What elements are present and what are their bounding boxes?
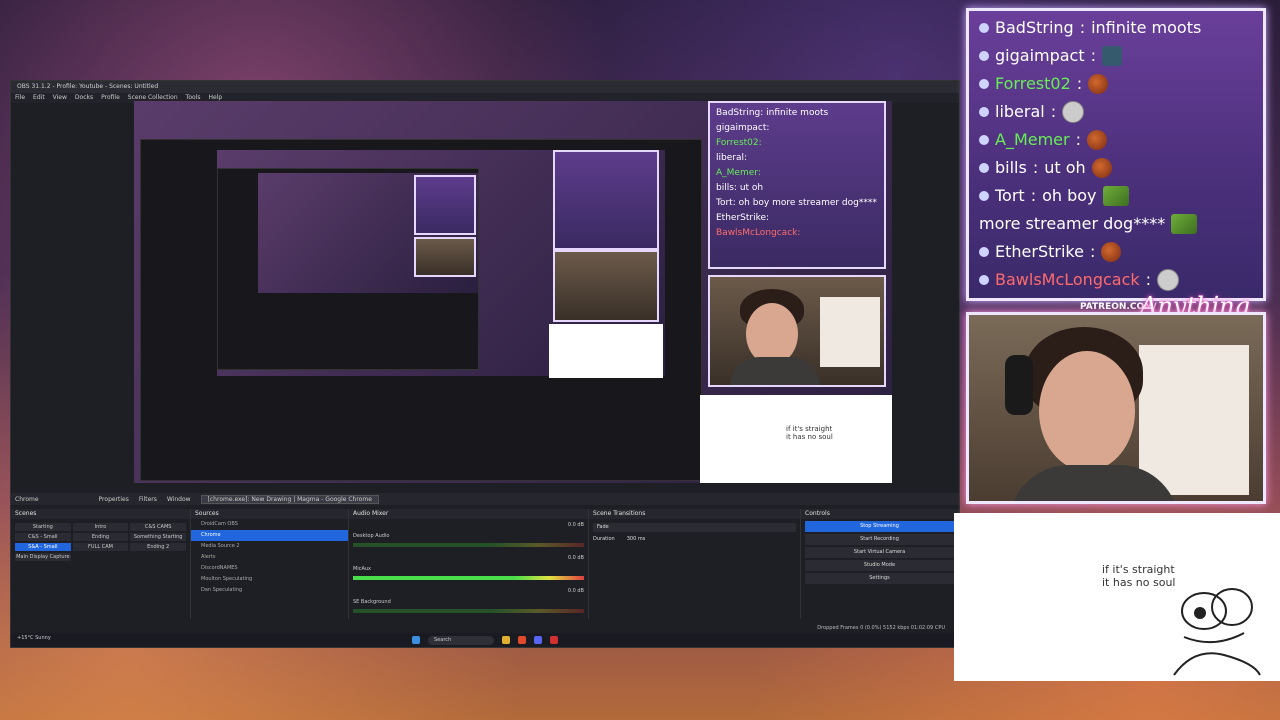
- scene-item[interactable]: Ending 2: [130, 543, 186, 551]
- volume-meter: [353, 609, 584, 613]
- controls-title: Controls: [801, 509, 958, 519]
- scenes-panel: Scenes Starting Intro C&S CAMS C&S - Sma…: [11, 509, 191, 619]
- scene-item[interactable]: C&S CAMS: [130, 523, 186, 531]
- source-item[interactable]: DiscordNAMES: [191, 563, 348, 574]
- nested-chat: [553, 150, 659, 250]
- studio-mode-button[interactable]: Studio Mode: [805, 560, 954, 571]
- scene-item[interactable]: Intro: [72, 523, 129, 531]
- source-item[interactable]: Alerts: [191, 552, 348, 563]
- chat-message: EtherStrike:: [979, 241, 1263, 263]
- start-icon[interactable]: [412, 636, 420, 644]
- start-virtual-camera-button[interactable]: Start Virtual Camera: [805, 547, 954, 558]
- obs-icon[interactable]: [550, 636, 558, 644]
- audio-mixer-panel: Audio Mixer Desktop Audio 0.0 dB MicAux …: [349, 509, 589, 619]
- menu-file[interactable]: File: [15, 93, 25, 103]
- source-item[interactable]: DroidCam OBS: [191, 519, 348, 530]
- folder-icon[interactable]: [502, 636, 510, 644]
- whiteboard-panel: if it's straight it has no soul: [954, 513, 1280, 681]
- preview-chat: BadString: infinite moots gigaimpact: Fo…: [708, 101, 886, 269]
- properties-button[interactable]: Properties: [99, 496, 129, 503]
- chat-message: liberal:: [979, 101, 1263, 123]
- headphones-icon: [1005, 355, 1033, 415]
- chat-message: Tort: oh boy more streamer dog****: [979, 185, 1263, 235]
- sources-title: Sources: [191, 509, 348, 519]
- window-title: OBS 31.1.2 - Profile: Youtube - Scenes: …: [11, 81, 959, 93]
- transition-select[interactable]: Fade: [593, 523, 796, 532]
- pepe-emote-icon: [1171, 214, 1198, 234]
- preview-canvas[interactable]: BadString: infinite moots gigaimpact: Fo…: [134, 101, 892, 483]
- webcam-feed: [966, 312, 1266, 504]
- filters-button[interactable]: Filters: [139, 496, 157, 503]
- trollface-emote-icon: [1157, 269, 1180, 291]
- cookie-emote-icon: [1087, 130, 1107, 150]
- settings-button[interactable]: Settings: [805, 573, 954, 584]
- mixer-channel: SE Background 0.0 dB: [353, 588, 584, 613]
- browser-icon[interactable]: [518, 636, 526, 644]
- source-item[interactable]: Media Source 2: [191, 541, 348, 552]
- stop-streaming-button[interactable]: Stop Streaming: [805, 521, 954, 532]
- cookie-emote-icon: [1101, 242, 1122, 262]
- chat-message: Forrest02:: [979, 73, 1263, 95]
- chat-message: bills: ut oh: [979, 157, 1263, 179]
- menu-edit[interactable]: Edit: [33, 93, 45, 103]
- transitions-panel: Scene Transitions Fade Duration 300 ms: [589, 509, 801, 619]
- pepe-emote-icon: [1102, 186, 1129, 206]
- scene-item[interactable]: Main Display Capture: [15, 553, 71, 561]
- nested-cam: [553, 250, 659, 322]
- chat-message: gigaimpact:: [979, 45, 1263, 67]
- weather-widget[interactable]: +15°C Sunny: [17, 635, 51, 641]
- scene-item[interactable]: C&S - Small: [15, 533, 71, 541]
- scene-item-active[interactable]: S&A - Small: [15, 543, 71, 551]
- window-label: Window: [166, 495, 191, 503]
- chat-message: A_Memer:: [979, 129, 1263, 151]
- face-tag-emote-icon: [1102, 46, 1123, 66]
- mixer-title: Audio Mixer: [349, 509, 588, 519]
- discord-icon[interactable]: [534, 636, 542, 644]
- duration-label: Duration: [593, 536, 615, 542]
- cookie-emote-icon: [1091, 158, 1112, 178]
- scene-item[interactable]: Something Starting: [130, 533, 186, 541]
- controls-panel: Controls Stop Streaming Start Recording …: [801, 509, 959, 619]
- source-item-active[interactable]: Chrome: [191, 530, 348, 541]
- chat-message: BawlsMcLongcack:: [979, 269, 1263, 291]
- cabinet: [1139, 345, 1249, 495]
- sources-panel: Sources DroidCam OBS Chrome Media Source…: [191, 509, 349, 619]
- cookie-emote-icon: [1088, 74, 1109, 94]
- current-source-label: Chrome: [15, 495, 39, 503]
- scene-item[interactable]: FULL CAM: [72, 543, 129, 551]
- start-recording-button[interactable]: Start Recording: [805, 534, 954, 545]
- nested-whiteboard: [549, 324, 663, 378]
- mixer-channel: Desktop Audio 0.0 dB: [353, 522, 584, 547]
- scene-item[interactable]: Starting: [15, 523, 71, 531]
- chat-message: BadString: infinite moots: [979, 17, 1263, 39]
- mixer-channel: MicAux 0.0 dB: [353, 555, 584, 580]
- volume-meter: [353, 576, 584, 580]
- pepe-drawing-icon: [1173, 588, 1261, 676]
- docks-area: Scenes Starting Intro C&S CAMS C&S - Sma…: [11, 509, 959, 619]
- face: [1039, 351, 1135, 471]
- preview-whiteboard: if it's straight it has no soul: [700, 395, 892, 483]
- chat-overlay: BadString: infinite moots gigaimpact: Fo…: [966, 8, 1266, 301]
- trollface-emote-icon: [1062, 101, 1085, 123]
- menu-profile[interactable]: Profile: [101, 93, 120, 103]
- source-item[interactable]: Dan Speculating: [191, 585, 348, 596]
- nested-obs-1: [140, 139, 702, 481]
- transitions-title: Scene Transitions: [589, 509, 800, 519]
- obs-window: OBS 31.1.2 - Profile: Youtube - Scenes: …: [10, 80, 960, 648]
- preview-webcam: [708, 275, 886, 387]
- menu-docks[interactable]: Docks: [75, 93, 93, 103]
- scenes-title: Scenes: [11, 509, 190, 519]
- taskbar-search[interactable]: Search: [428, 635, 494, 645]
- source-toolbar: Chrome Properties Filters Window [chrome…: [11, 493, 959, 505]
- scene-item[interactable]: Ending: [72, 533, 129, 541]
- window-select[interactable]: [chrome.exe]: New Drawing | Magma - Goog…: [200, 494, 379, 504]
- volume-meter: [353, 543, 584, 547]
- source-item[interactable]: Moulton Speculating: [191, 574, 348, 585]
- duration-input[interactable]: 300 ms: [627, 536, 646, 542]
- taskbar: +15°C Sunny Search: [11, 633, 959, 647]
- menu-view[interactable]: View: [53, 93, 67, 103]
- status-bar: Dropped Frames 0 (0.0%) 5152 kbps 01:02:…: [817, 625, 945, 631]
